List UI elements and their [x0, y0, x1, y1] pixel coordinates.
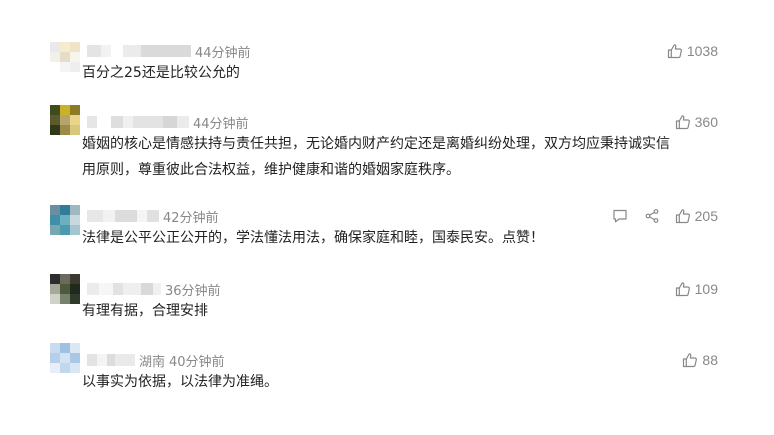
comment-icon: [612, 208, 628, 224]
avatar-pixel: [60, 343, 70, 353]
avatar-pixel: [70, 105, 80, 115]
comment-meta: 44分钟前: [87, 42, 251, 61]
avatar-pixel: [60, 42, 70, 52]
avatar-pixel: [50, 353, 60, 363]
username-blurred[interactable]: [87, 209, 159, 223]
avatar-pixel: [70, 353, 80, 363]
avatar-pixel: [70, 225, 80, 235]
avatar-pixel: [50, 343, 60, 353]
avatar-pixel: [50, 363, 60, 373]
comment-time: 36分钟前: [165, 283, 221, 299]
share-icon: [644, 208, 660, 224]
avatar-pixel: [60, 215, 70, 225]
comment-meta: 44分钟前: [87, 113, 249, 132]
reply-button[interactable]: [611, 207, 629, 225]
thumbs-up-icon: [675, 208, 691, 224]
avatar-pixel: [60, 225, 70, 235]
like-button[interactable]: 88: [682, 352, 718, 368]
comment-location: 湖南: [139, 354, 166, 370]
avatar-pixel: [70, 363, 80, 373]
avatar-pixel: [50, 274, 60, 284]
avatar-pixel: [50, 105, 60, 115]
avatar-pixel: [60, 284, 70, 294]
comment-text: 百分之25还是比较公允的: [82, 65, 240, 81]
avatar-pixel: [70, 274, 80, 284]
avatar-pixel: [70, 125, 80, 135]
comment-meta: 42分钟前: [87, 207, 219, 226]
username-blurred[interactable]: [87, 353, 135, 367]
avatar-pixel: [70, 294, 80, 304]
avatar-pixel: [70, 115, 80, 125]
username-blurred[interactable]: [87, 115, 189, 129]
comment-actions: 109: [661, 280, 718, 298]
comment-text: 婚姻的核心是情感扶持与责任共担，无论婚内财产约定还是离婚纠纷处理，双方均应秉持诚…: [82, 136, 670, 178]
avatar-pixel: [50, 225, 60, 235]
like-count: 109: [694, 281, 718, 297]
like-button[interactable]: 205: [675, 208, 718, 224]
comment-time: 44分钟前: [193, 116, 249, 132]
avatar-pixel: [60, 294, 70, 304]
comment-text: 法律是公平公正公开的，学法懂法用法，确保家庭和睦，国泰民安。点赞！: [82, 230, 544, 246]
avatar[interactable]: [50, 343, 80, 373]
comment-time: 44分钟前: [195, 45, 251, 61]
avatar-pixel: [70, 343, 80, 353]
avatar-pixel: [50, 115, 60, 125]
thumbs-up-icon: [675, 281, 691, 297]
avatar-pixel: [50, 52, 60, 62]
like-count: 88: [702, 352, 718, 368]
avatar-pixel: [70, 215, 80, 225]
avatar[interactable]: [50, 274, 80, 304]
avatar-pixel: [60, 125, 70, 135]
like-button[interactable]: 1038: [667, 43, 718, 59]
like-button[interactable]: 360: [675, 114, 718, 130]
like-count: 1038: [686, 43, 718, 59]
avatar-pixel: [50, 294, 60, 304]
avatar-pixel: [50, 42, 60, 52]
avatar[interactable]: [50, 42, 80, 72]
thumbs-up-icon: [682, 352, 698, 368]
thumbs-up-icon: [675, 114, 691, 130]
username-blurred[interactable]: [87, 282, 161, 296]
avatar-pixel: [50, 205, 60, 215]
comment-actions: 1038: [653, 42, 718, 60]
avatar-pixel: [60, 353, 70, 363]
avatar-pixel: [70, 62, 80, 72]
thumbs-up-icon: [667, 43, 683, 59]
like-count: 205: [694, 208, 718, 224]
comment-time: 42分钟前: [163, 210, 219, 226]
avatar-pixel: [60, 52, 70, 62]
avatar-pixel: [70, 52, 80, 62]
like-count: 360: [694, 114, 718, 130]
comment-actions: 360: [661, 113, 718, 131]
username-blurred[interactable]: [87, 44, 191, 58]
avatar-pixel: [60, 105, 70, 115]
comment-meta: 湖南 40分钟前: [87, 351, 225, 370]
avatar-pixel: [60, 274, 70, 284]
avatar-pixel: [50, 215, 60, 225]
comment-actions: 205: [597, 207, 718, 225]
avatar-pixel: [50, 284, 60, 294]
comment-time: 40分钟前: [169, 354, 225, 370]
avatar-pixel: [60, 205, 70, 215]
comment-actions: 88: [668, 351, 718, 369]
avatar-pixel: [60, 62, 70, 72]
avatar[interactable]: [50, 205, 80, 235]
share-button[interactable]: [643, 207, 661, 225]
comment-text: 以事实为依据，以法律为准绳。: [82, 374, 278, 390]
avatar-pixel: [70, 205, 80, 215]
avatar[interactable]: [50, 105, 80, 135]
like-button[interactable]: 109: [675, 281, 718, 297]
avatar-pixel: [60, 363, 70, 373]
avatar-pixel: [50, 125, 60, 135]
comment-meta: 36分钟前: [87, 280, 221, 299]
avatar-pixel: [70, 42, 80, 52]
avatar-pixel: [60, 115, 70, 125]
comment-text: 有理有据，合理安排: [82, 303, 208, 319]
avatar-pixel: [50, 62, 60, 72]
avatar-pixel: [70, 284, 80, 294]
